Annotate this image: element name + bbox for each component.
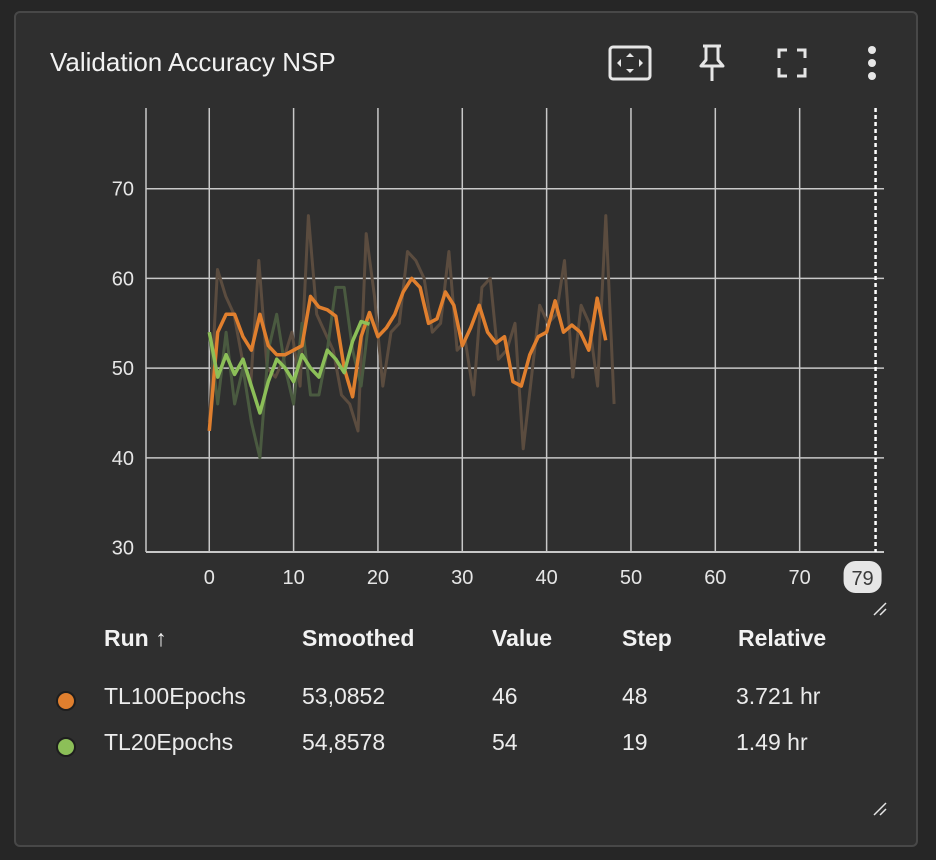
run-name: TL20Epochs xyxy=(104,729,234,755)
series-group xyxy=(207,214,616,460)
x-tick-label: 40 xyxy=(536,567,558,589)
x-tick-label: 20 xyxy=(367,567,389,589)
col-header-relative[interactable]: Relative xyxy=(738,625,826,652)
run-name: TL100Epochs xyxy=(104,683,246,709)
x-tick-label: 70 xyxy=(789,567,811,589)
raw-value: 46 xyxy=(492,683,518,709)
step-value: 48 xyxy=(622,683,648,709)
y-tick-label: 50 xyxy=(112,358,134,380)
series-raw-line xyxy=(207,214,616,451)
raw-value: 54 xyxy=(492,729,518,755)
x-tick-label: 0 xyxy=(204,567,215,589)
col-header-value[interactable]: Value xyxy=(492,625,552,652)
x-tick-label: 60 xyxy=(704,567,726,589)
y-tick-label: 60 xyxy=(112,268,134,290)
step-value: 19 xyxy=(622,729,648,755)
smoothed-value: 54,8578 xyxy=(302,729,386,755)
y-tick-label: 70 xyxy=(112,179,134,201)
table-row[interactable]: TL20Epochs 54,8578 54 19 1.49 hr xyxy=(56,729,876,769)
col-header-run[interactable]: Run ↑ xyxy=(104,625,167,652)
y-tick-label: 30 xyxy=(112,538,134,560)
hover-x-label: 79 xyxy=(851,568,873,590)
relative-time: 3.721 hr xyxy=(736,683,821,709)
y-tick-label: 40 xyxy=(112,448,134,470)
line-chart[interactable]: 0 10 20 30 40 50 60 70 30 40 50 60 70 79 xyxy=(0,0,936,620)
x-tick-label: 10 xyxy=(282,567,304,589)
run-color-dot xyxy=(56,737,76,757)
col-header-smoothed[interactable]: Smoothed xyxy=(302,625,414,652)
x-tick-label: 30 xyxy=(451,567,473,589)
x-tick-label: 50 xyxy=(620,567,642,589)
card-resize-handle-icon[interactable] xyxy=(872,801,888,817)
smoothed-value: 53,0852 xyxy=(302,683,386,709)
col-header-step[interactable]: Step xyxy=(622,625,672,652)
relative-time: 1.49 hr xyxy=(736,729,808,755)
run-color-dot xyxy=(56,691,76,711)
table-row[interactable]: TL100Epochs 53,0852 46 48 3.721 hr xyxy=(56,683,876,723)
